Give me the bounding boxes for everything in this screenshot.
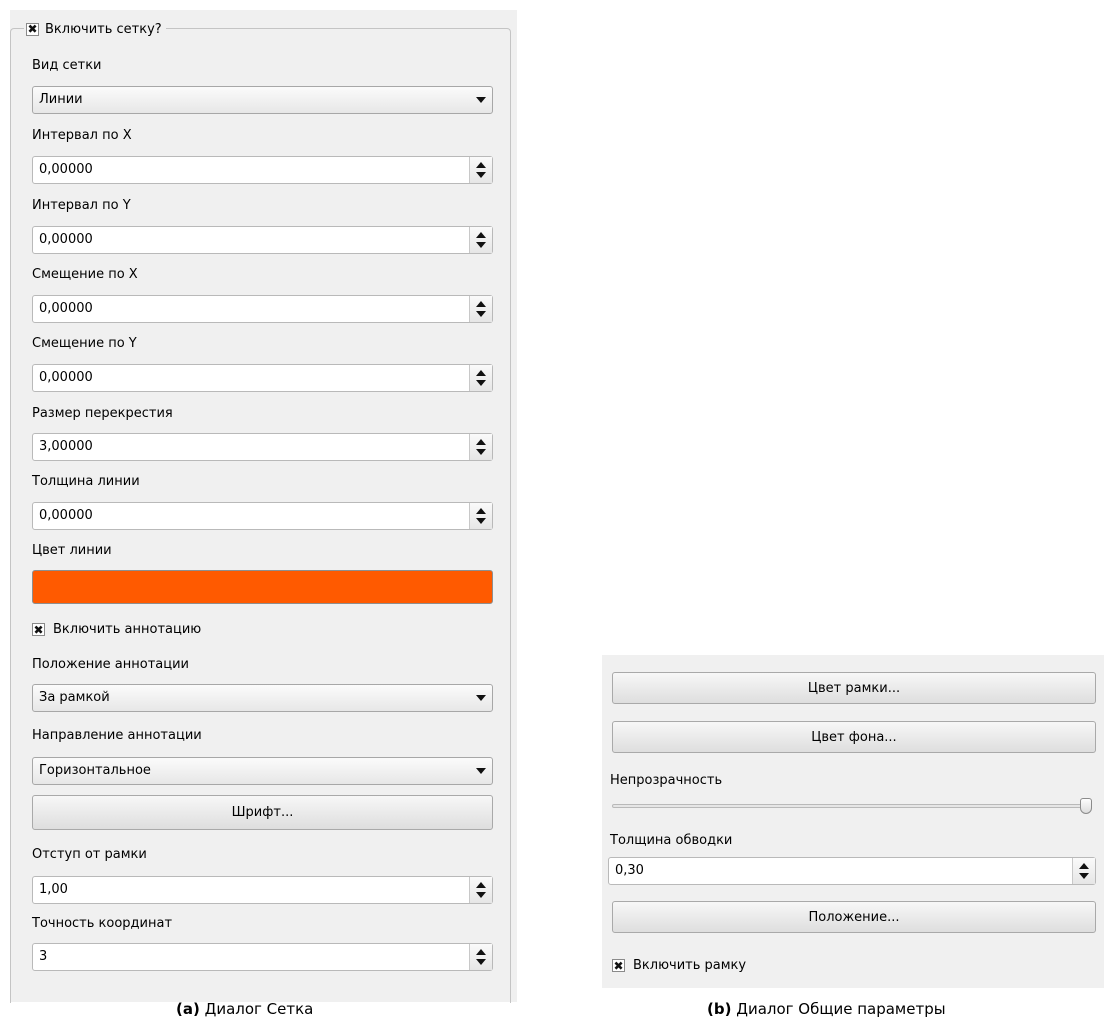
enable-annotation-label: Включить аннотацию bbox=[53, 622, 202, 637]
spin-down-icon[interactable] bbox=[476, 518, 486, 524]
spin-buttons[interactable] bbox=[469, 944, 492, 970]
general-dialog: Цвет рамки... Цвет фона... Непрозрачност… bbox=[602, 655, 1104, 988]
position-button[interactable]: Положение... bbox=[612, 901, 1096, 933]
interval-y-label: Интервал по Y bbox=[32, 198, 131, 213]
spin-up-icon[interactable] bbox=[476, 162, 486, 168]
line-color-label: Цвет линии bbox=[32, 543, 112, 558]
interval-x-value: 0,00000 bbox=[39, 162, 93, 177]
enable-annotation-row[interactable]: ✖ Включить аннотацию bbox=[32, 622, 201, 637]
grid-dialog: ✖ Включить сетку? Вид сетки Линии Интерв… bbox=[10, 10, 517, 1003]
caption-a-text: Диалог Сетка bbox=[199, 1000, 314, 1018]
opacity-label: Непрозрачность bbox=[610, 773, 723, 788]
offset-y-label: Смещение по Y bbox=[32, 336, 137, 351]
annotation-direction-combobox[interactable]: Горизонтальное bbox=[32, 757, 493, 785]
cross-size-value: 3,00000 bbox=[39, 439, 93, 454]
chevron-down-icon[interactable] bbox=[470, 685, 492, 711]
frame-offset-spinbox[interactable]: 1,00 bbox=[32, 876, 493, 904]
outline-width-value: 0,30 bbox=[615, 863, 644, 878]
spin-buttons[interactable] bbox=[469, 877, 492, 903]
coord-precision-value: 3 bbox=[39, 949, 48, 964]
interval-y-spinbox[interactable]: 0,00000 bbox=[32, 226, 493, 254]
line-color-button[interactable] bbox=[32, 570, 493, 604]
spin-up-icon[interactable] bbox=[476, 439, 486, 445]
spin-down-icon[interactable] bbox=[476, 311, 486, 317]
frame-color-button[interactable]: Цвет рамки... bbox=[612, 672, 1096, 704]
opacity-slider[interactable] bbox=[612, 804, 1092, 808]
annotation-direction-value: Горизонтальное bbox=[39, 763, 151, 778]
spin-buttons[interactable] bbox=[469, 227, 492, 253]
chevron-down-icon[interactable] bbox=[470, 87, 492, 113]
enable-grid-checkbox[interactable]: ✖ bbox=[26, 22, 39, 36]
line-width-value: 0,00000 bbox=[39, 508, 93, 523]
caption-a-prefix: (a) bbox=[176, 1000, 200, 1018]
enable-frame-checkbox[interactable]: ✖ bbox=[612, 959, 625, 972]
outline-width-label: Толщина обводки bbox=[610, 833, 733, 848]
enable-annotation-checkbox[interactable]: ✖ bbox=[32, 623, 45, 636]
spin-buttons[interactable] bbox=[469, 365, 492, 391]
spin-up-icon[interactable] bbox=[476, 949, 486, 955]
interval-y-value: 0,00000 bbox=[39, 232, 93, 247]
chevron-down-icon[interactable] bbox=[470, 758, 492, 784]
spin-up-icon[interactable] bbox=[476, 508, 486, 514]
enable-frame-label: Включить рамку bbox=[633, 958, 747, 973]
frame-offset-value: 1,00 bbox=[39, 882, 68, 897]
grid-type-label: Вид сетки bbox=[32, 58, 102, 73]
offset-x-value: 0,00000 bbox=[39, 301, 93, 316]
enable-frame-row[interactable]: ✖ Включить рамку bbox=[612, 958, 746, 973]
enable-grid-checkbox-row[interactable]: ✖ Включить сетку? bbox=[24, 20, 166, 38]
spin-down-icon[interactable] bbox=[476, 380, 486, 386]
grid-type-combobox[interactable]: Линии bbox=[32, 86, 493, 114]
grid-type-value: Линии bbox=[39, 92, 83, 107]
font-button[interactable]: Шрифт... bbox=[32, 795, 493, 830]
caption-b-prefix: (b) bbox=[707, 1000, 732, 1018]
spin-down-icon[interactable] bbox=[476, 892, 486, 898]
cross-size-spinbox[interactable]: 3,00000 bbox=[32, 433, 493, 461]
interval-x-spinbox[interactable]: 0,00000 bbox=[32, 156, 493, 184]
line-width-spinbox[interactable]: 0,00000 bbox=[32, 502, 493, 530]
caption-a: (a) Диалог Сетка bbox=[176, 1000, 313, 1018]
spin-buttons[interactable] bbox=[469, 503, 492, 529]
spin-buttons[interactable] bbox=[469, 157, 492, 183]
cross-size-label: Размер перекрестия bbox=[32, 406, 173, 421]
spin-buttons[interactable] bbox=[469, 296, 492, 322]
background-color-button[interactable]: Цвет фона... bbox=[612, 721, 1096, 753]
spin-up-icon[interactable] bbox=[476, 232, 486, 238]
offset-y-value: 0,00000 bbox=[39, 370, 93, 385]
offset-y-spinbox[interactable]: 0,00000 bbox=[32, 364, 493, 392]
coord-precision-spinbox[interactable]: 3 bbox=[32, 943, 493, 971]
frame-offset-label: Отступ от рамки bbox=[32, 847, 147, 862]
offset-x-label: Смещение по X bbox=[32, 267, 138, 282]
spin-buttons[interactable] bbox=[1072, 858, 1095, 884]
opacity-slider-handle[interactable] bbox=[1080, 798, 1092, 814]
spin-down-icon[interactable] bbox=[476, 242, 486, 248]
annotation-position-value: За рамкой bbox=[39, 690, 110, 705]
caption-b: (b) Диалог Общие параметры bbox=[707, 1000, 946, 1018]
spin-up-icon[interactable] bbox=[1079, 863, 1089, 869]
offset-x-spinbox[interactable]: 0,00000 bbox=[32, 295, 493, 323]
outline-width-spinbox[interactable]: 0,30 bbox=[608, 857, 1096, 885]
spin-down-icon[interactable] bbox=[1079, 873, 1089, 879]
enable-grid-label: Включить сетку? bbox=[45, 21, 162, 37]
spin-up-icon[interactable] bbox=[476, 301, 486, 307]
annotation-position-combobox[interactable]: За рамкой bbox=[32, 684, 493, 712]
interval-x-label: Интервал по X bbox=[32, 128, 132, 143]
caption-b-text: Диалог Общие параметры bbox=[731, 1000, 946, 1018]
spin-down-icon[interactable] bbox=[476, 959, 486, 965]
annotation-direction-label: Направление аннотации bbox=[32, 728, 202, 743]
spin-down-icon[interactable] bbox=[476, 172, 486, 178]
line-width-label: Толщина линии bbox=[32, 474, 140, 489]
spin-up-icon[interactable] bbox=[476, 370, 486, 376]
spin-down-icon[interactable] bbox=[476, 449, 486, 455]
spin-buttons[interactable] bbox=[469, 434, 492, 460]
spin-up-icon[interactable] bbox=[476, 882, 486, 888]
annotation-position-label: Положение аннотации bbox=[32, 657, 189, 672]
coord-precision-label: Точность координат bbox=[32, 916, 173, 931]
